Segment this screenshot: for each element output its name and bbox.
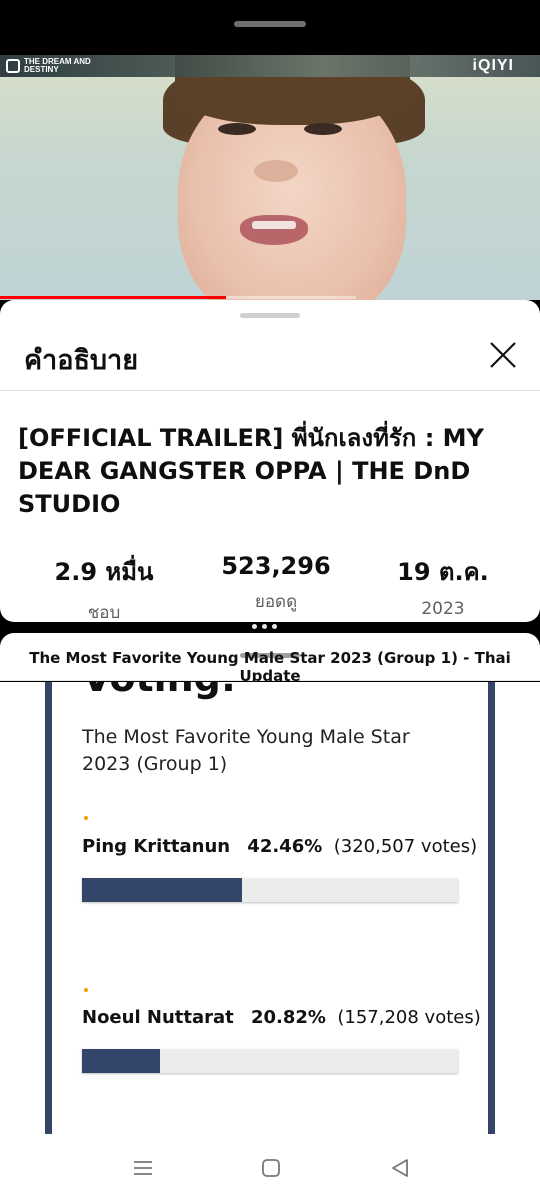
video-progress-fill (0, 296, 227, 299)
vote-bar-fill (82, 1049, 161, 1073)
candidate-percent: 42.46% (247, 836, 323, 857)
vote-bar-fill (82, 878, 242, 902)
vote-bar (82, 878, 458, 902)
stat-date: 19 ต.ค. 2023 (363, 552, 523, 619)
stat-label: 2023 (421, 599, 465, 619)
candidate-name: Noeul Nuttarat (82, 1007, 234, 1028)
bullet-icon (84, 816, 88, 820)
candidate-percent: 20.82% (250, 1007, 326, 1028)
video-progress-bar[interactable] (0, 296, 356, 299)
candidate-name: Ping Krittanun (82, 836, 231, 857)
stat-value: 523,296 (221, 552, 331, 580)
stat-views: 523,296 ยอดดู (196, 552, 356, 615)
candidate-votes: (157,208 votes) (337, 1007, 481, 1028)
brand-logo-text: THE DREAM AND DESTINY (24, 57, 91, 74)
system-nav-bar (0, 1134, 540, 1200)
video-frame-eye (218, 123, 256, 135)
content-border-left (45, 682, 52, 1134)
candidate-row: Noeul Nuttarat 20.82% (157,208 votes) (82, 1007, 481, 1028)
candidate-votes: (320,507 votes) (333, 836, 478, 857)
web-popup-content[interactable]: Voting: The Most Favorite Young Male Sta… (0, 682, 540, 1134)
description-sheet: คำอธิบาย [OFFICIAL TRAILER] พี่นักเลงที่… (0, 300, 540, 623)
web-popup-header: The Most Favorite Young Male Star 2023 (… (0, 633, 540, 685)
sheet-divider (0, 390, 540, 391)
video-frame-nose (254, 160, 298, 182)
candidate-row: Ping Krittanun 42.46% (320,507 votes) (82, 836, 477, 857)
poll-title: The Most Favorite Young Male Star 2023 (… (82, 726, 410, 775)
recent-apps-icon[interactable] (131, 1156, 155, 1180)
video-title: [OFFICIAL TRAILER] พี่นักเลงที่รัก : MY … (18, 424, 484, 518)
bullet-icon (84, 988, 88, 992)
video-frame-eye (304, 123, 342, 135)
status-bar (0, 0, 540, 55)
split-dot (252, 624, 257, 629)
sheet-drag-handle[interactable] (240, 313, 300, 318)
brand-logo: THE DREAM AND DESTINY (6, 58, 104, 74)
content-border-right (488, 682, 495, 1134)
stat-label: ยอดดู (254, 592, 298, 612)
stat-value: 2.9 หมื่น (54, 558, 154, 586)
close-icon[interactable] (488, 340, 518, 370)
home-icon[interactable] (259, 1156, 283, 1180)
split-dot (262, 624, 267, 629)
sheet-title: คำอธิบาย (24, 345, 139, 376)
split-screen-handle[interactable] (252, 624, 277, 629)
back-icon[interactable] (388, 1156, 412, 1180)
platform-logo: iQIYI (472, 57, 514, 74)
brand-mark-icon (6, 59, 20, 73)
web-page-title: The Most Favorite Young Male Star 2023 (… (29, 649, 511, 685)
vote-bar (82, 1049, 458, 1073)
split-dot (272, 624, 277, 629)
voting-heading: Voting: (82, 682, 236, 700)
stat-likes: 2.9 หมื่น ชอบ (24, 552, 184, 626)
stat-label: ชอบ (87, 603, 121, 623)
status-pill (234, 21, 306, 27)
video-player[interactable]: THE DREAM AND DESTINY iQIYI (0, 55, 540, 300)
video-frame-mouth (240, 215, 308, 245)
video-frame-teeth (252, 221, 296, 229)
stat-value: 19 ต.ค. (397, 558, 489, 586)
